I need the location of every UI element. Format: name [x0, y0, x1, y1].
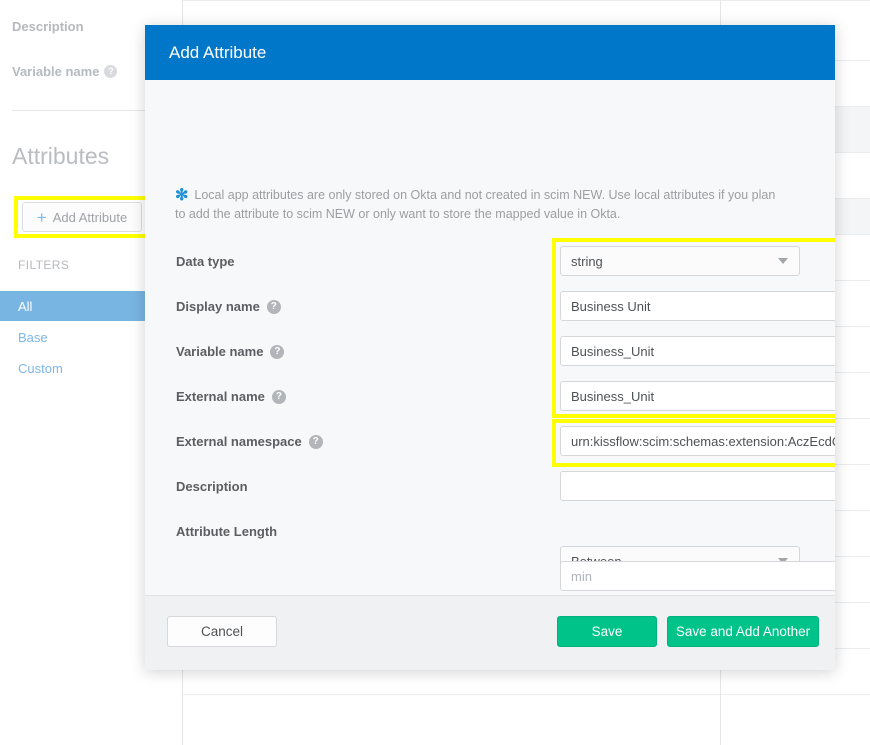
external-name-input[interactable]: Business_Unit: [560, 381, 835, 411]
label-data-type: Data type: [176, 254, 235, 269]
bg-label-variable-name: Variable name?: [12, 64, 118, 79]
min-placeholder: min: [571, 568, 592, 584]
modal-title: Add Attribute: [169, 42, 267, 62]
sidebar-item-all[interactable]: All: [0, 291, 148, 321]
modal-footer: Cancel Save Save and Add Another: [145, 595, 835, 670]
help-icon: ?: [308, 434, 323, 449]
add-attribute-modal: Add Attribute ✻ Local app attributes are …: [145, 25, 835, 670]
page-root: Description Variable name? Attributes + …: [0, 0, 870, 745]
info-note-text: Local app attributes are only stored on …: [175, 188, 776, 221]
help-icon: ?: [266, 299, 281, 314]
page-title: Attributes: [12, 143, 110, 169]
add-attribute-button[interactable]: + Add Attribute: [22, 202, 142, 232]
external-namespace-value: urn:kissflow:scim:schemas:extension:AczE…: [571, 433, 835, 449]
label-external-name: External name?: [176, 389, 286, 405]
data-type-select[interactable]: string: [560, 246, 800, 276]
label-variable-name: Variable name?: [176, 344, 285, 360]
table-row: [182, 694, 870, 745]
label-display-name: Display name?: [176, 299, 281, 315]
external-namespace-input[interactable]: urn:kissflow:scim:schemas:extension:AczE…: [560, 426, 835, 456]
label-external-namespace: External namespace?: [176, 434, 323, 450]
external-name-value: Business_Unit: [571, 388, 655, 404]
label-description: Description: [176, 479, 248, 494]
bg-label-description: Description: [12, 19, 84, 34]
modal-header: Add Attribute: [145, 25, 835, 80]
cancel-button[interactable]: Cancel: [167, 616, 277, 647]
variable-name-value: Business_Unit: [571, 343, 655, 359]
filter-label: Custom: [18, 360, 63, 376]
info-note: ✻ Local app attributes are only stored on…: [175, 186, 785, 224]
plus-icon: +: [36, 207, 47, 227]
help-icon: ?: [271, 389, 286, 404]
display-name-input[interactable]: Business Unit: [560, 291, 835, 321]
help-icon: ?: [104, 65, 118, 79]
save-button[interactable]: Save: [557, 616, 657, 647]
filter-label: All: [18, 298, 33, 314]
variable-name-input[interactable]: Business_Unit: [560, 336, 835, 366]
sidebar-item-base[interactable]: Base: [0, 322, 148, 352]
asterisk-icon: ✻: [175, 187, 189, 204]
data-type-value: string: [571, 253, 603, 269]
attribute-length-min-input[interactable]: min: [560, 561, 835, 591]
filter-label: Base: [18, 329, 48, 345]
label-attribute-length: Attribute Length: [176, 524, 278, 539]
chevron-down-icon: [778, 258, 788, 264]
sidebar-item-custom[interactable]: Custom: [0, 353, 148, 383]
display-name-value: Business Unit: [571, 298, 651, 314]
help-icon: ?: [270, 344, 285, 359]
modal-body: ✻ Local app attributes are only stored on…: [145, 80, 835, 595]
save-and-add-another-button[interactable]: Save and Add Another: [667, 616, 819, 647]
filters-heading: FILTERS: [18, 258, 70, 272]
add-attribute-label: Add Attribute: [52, 209, 128, 225]
description-input[interactable]: [560, 471, 835, 501]
